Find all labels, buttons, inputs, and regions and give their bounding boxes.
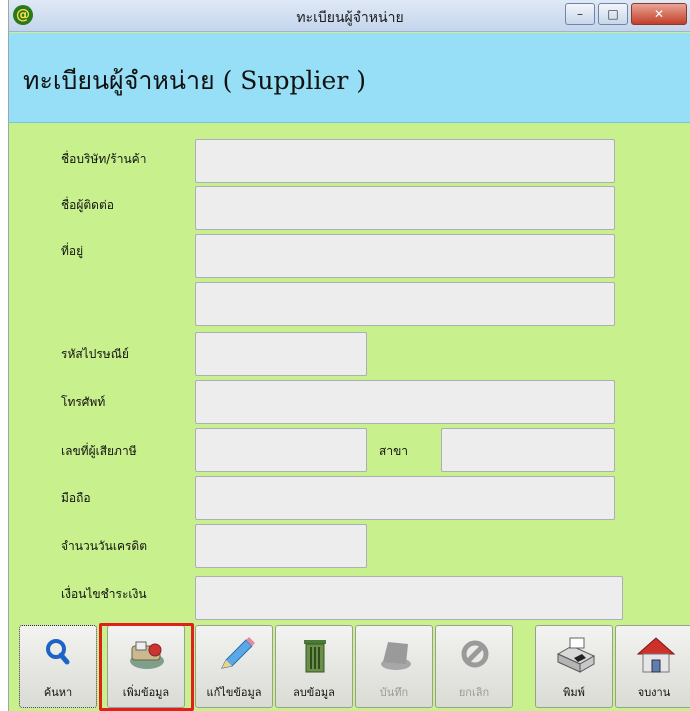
edit-record-button-label: แก้ไขข้อมูล <box>206 686 262 699</box>
contact-label: ชื่อผู้ติดต่อ <box>61 198 114 212</box>
title-bar[interactable]: @ ทะเบียนผู้จำหน่าย – □ ✕ <box>9 0 690 32</box>
taxid-label: เลขที่ผู้เสียภาษี <box>61 444 137 458</box>
address-field-2[interactable] <box>195 282 615 326</box>
branch-label: สาขา <box>379 444 409 458</box>
exit-button[interactable]: จบงาน <box>615 625 690 708</box>
page-header: ทะเบียนผู้จำหน่าย ( Supplier ) <box>9 33 690 123</box>
credit-days-field[interactable] <box>195 524 367 568</box>
cancel-button-label: ยกเลิก <box>458 686 490 699</box>
pencil-icon <box>221 637 255 669</box>
phone-field[interactable] <box>195 380 615 424</box>
search-button[interactable]: ค้นหา <box>19 625 97 708</box>
delete-record-button-label: ลบข้อมูล <box>293 686 335 699</box>
delete-record-button[interactable]: ลบข้อมูล <box>275 625 353 708</box>
taxid-field[interactable] <box>195 428 367 472</box>
phone-label: โทรศัพท์ <box>61 395 106 409</box>
cancel-icon <box>461 640 489 668</box>
payment-terms-field[interactable] <box>195 576 623 620</box>
contact-field[interactable] <box>195 186 615 230</box>
payment-terms-label: เงื่อนไขชำระเงิน <box>61 587 147 601</box>
search-button-label: ค้นหา <box>43 686 73 699</box>
company-label: ชื่อบริษัท/ร้านค้า <box>61 152 147 166</box>
house-icon <box>636 637 676 673</box>
trash-icon <box>304 640 326 673</box>
postal-field[interactable] <box>195 332 367 376</box>
company-field[interactable] <box>195 139 615 183</box>
address-label: ที่อยู่ <box>61 244 84 258</box>
edit-record-button[interactable]: แก้ไขข้อมูล <box>195 625 273 708</box>
minimize-button[interactable]: – <box>565 3 595 25</box>
selection-highlight <box>99 623 194 711</box>
maximize-button[interactable]: □ <box>598 3 628 25</box>
supplier-window: @ ทะเบียนผู้จำหน่าย – □ ✕ ทะเบียนผู้จำหน… <box>8 0 690 711</box>
exit-button-label: จบงาน <box>637 686 671 699</box>
search-icon <box>46 639 70 665</box>
print-button[interactable]: พิมพ์ <box>535 625 613 708</box>
cancel-button[interactable]: ยกเลิก <box>435 625 513 708</box>
supplier-form: ชื่อบริษัท/ร้านค้า ชื่อผู้ติดต่อ ที่อยู่… <box>9 124 690 620</box>
print-button-label: พิมพ์ <box>563 686 585 699</box>
close-button[interactable]: ✕ <box>631 3 687 25</box>
printer-icon <box>556 637 596 673</box>
save-button-label: บันทึก <box>379 686 409 699</box>
branch-field[interactable] <box>441 428 615 472</box>
mobile-label: มือถือ <box>61 491 91 505</box>
save-icon <box>381 642 411 670</box>
action-toolbar: ค้นหา เพิ่มข้อมูล แก้ไขข้อมูล ลบข้อมูล บ… <box>9 618 690 711</box>
page-title: ทะเบียนผู้จำหน่าย ( Supplier ) <box>23 66 366 95</box>
mobile-field[interactable] <box>195 476 615 520</box>
credit-days-label: จำนวนวันเครดิต <box>61 539 148 553</box>
address-field-1[interactable] <box>195 234 615 278</box>
save-button[interactable]: บันทึก <box>355 625 433 708</box>
postal-label: รหัสไปรษณีย์ <box>61 347 129 361</box>
